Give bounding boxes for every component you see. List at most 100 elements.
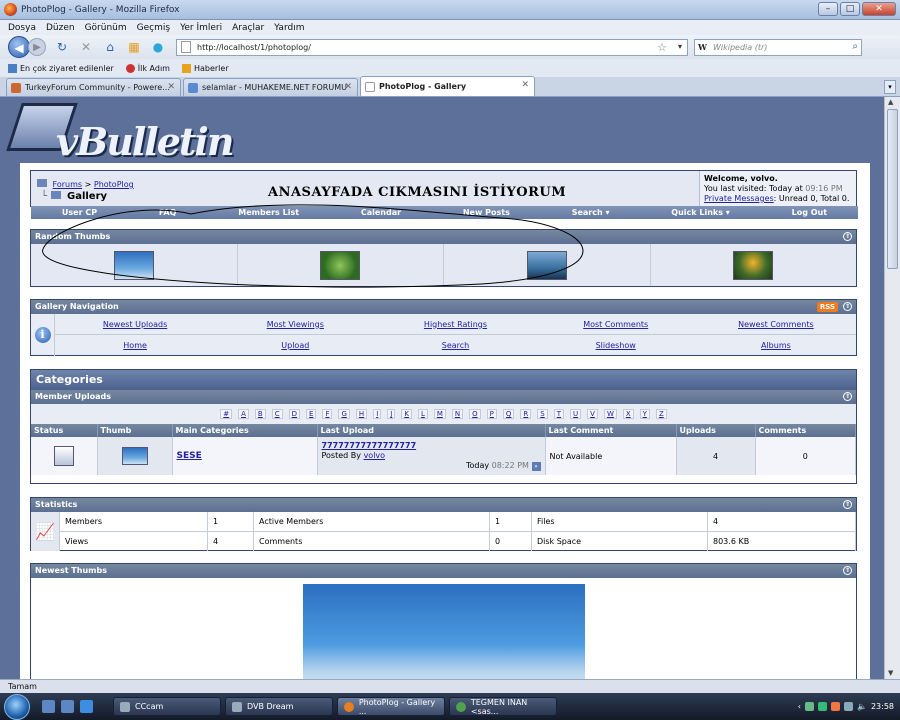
menu-edit[interactable]: Düzen (46, 23, 75, 33)
collapse-icon[interactable]: ⇑ (843, 392, 852, 401)
scroll-up-icon[interactable]: ▲ (888, 98, 893, 106)
back-button[interactable]: ◀ (8, 36, 30, 58)
menu-view[interactable]: Görünüm (85, 23, 127, 33)
letter-link[interactable]: E (306, 409, 317, 419)
search-box[interactable]: W Wikipedia (tr) ⌕ (694, 38, 862, 56)
nav-quick-links[interactable]: Quick Links ▾ (671, 208, 730, 217)
tray-icon[interactable] (817, 702, 827, 711)
minimize-button[interactable]: – (818, 2, 838, 16)
taskbar-messenger[interactable]: TEGMEN INAN <sas... (449, 697, 557, 716)
start-button[interactable] (4, 693, 30, 720)
link-most-viewings[interactable]: Most Viewings (267, 320, 324, 329)
letter-link[interactable]: F (322, 409, 333, 419)
url-dropdown-icon[interactable]: ▾ (678, 42, 682, 51)
vbulletin-logo[interactable]: vBulletin (6, 99, 234, 164)
letter-link[interactable]: Y (639, 409, 650, 419)
link-highest-ratings[interactable]: Highest Ratings (424, 320, 487, 329)
letter-link[interactable]: Q (502, 409, 515, 419)
letter-link[interactable]: L (417, 409, 428, 419)
scroll-down-icon[interactable]: ▼ (888, 669, 893, 677)
link-newest-uploads[interactable]: Newest Uploads (103, 320, 167, 329)
close-window-button[interactable]: ✕ (862, 2, 896, 16)
maximize-button[interactable]: □ (840, 2, 860, 16)
letter-link[interactable]: O (469, 409, 481, 419)
tab-close-icon[interactable]: ✕ (521, 80, 529, 90)
letter-link[interactable]: # (220, 409, 233, 419)
link-slideshow[interactable]: Slideshow (596, 341, 636, 350)
letter-link[interactable]: N (451, 409, 464, 419)
page-scrollbar[interactable]: ▲ ▼ (884, 97, 900, 679)
menu-help[interactable]: Yardım (274, 23, 304, 33)
letter-link[interactable]: D (288, 409, 301, 419)
menu-tools[interactable]: Araçlar (232, 23, 264, 33)
letter-link[interactable]: J (387, 409, 396, 419)
tray-icon[interactable] (830, 702, 840, 711)
letter-link[interactable]: B (254, 409, 266, 419)
wikipedia-icon[interactable]: W (698, 42, 707, 52)
tray-icon[interactable] (804, 702, 814, 711)
link-newest-comments[interactable]: Newest Comments (738, 320, 814, 329)
menu-file[interactable]: Dosya (8, 23, 36, 33)
newest-thumb-image[interactable] (303, 584, 585, 679)
tab-muhakeme[interactable]: selamlar - MUHAKEME.NET FORUMU ✕ (183, 78, 358, 96)
letter-link[interactable]: V (587, 409, 598, 419)
bookmark-star-icon[interactable]: ☆ (657, 41, 667, 54)
tab-list-dropdown[interactable]: ▾ (884, 80, 896, 94)
tray-expand-icon[interactable]: ‹ (798, 702, 801, 711)
last-upload-link[interactable]: 77777777777777777 (322, 441, 417, 450)
breadcrumb-photoplog[interactable]: PhotoPlog (94, 180, 134, 189)
bookmark-news[interactable]: Haberler (181, 63, 229, 73)
reload-icon[interactable]: ↻ (54, 39, 70, 55)
letter-link[interactable]: T (553, 409, 565, 419)
home-icon[interactable]: ⌂ (102, 39, 118, 55)
menu-history[interactable]: Geçmiş (137, 23, 170, 33)
collapse-icon[interactable]: ⇑ (843, 500, 852, 509)
tab-close-icon[interactable]: ✕ (344, 82, 352, 92)
letter-link[interactable]: R (520, 409, 532, 419)
letter-link[interactable]: I (373, 409, 382, 419)
go-to-post-icon[interactable]: » (531, 462, 541, 471)
search-icon[interactable]: ⌕ (852, 41, 858, 52)
volume-icon[interactable]: 🔈 (857, 702, 867, 711)
private-messages-link[interactable]: Private Messages (704, 194, 774, 203)
extensions-icon[interactable]: ▦ (126, 39, 142, 55)
letter-link[interactable]: M (433, 409, 446, 419)
thumb-image[interactable] (733, 250, 774, 280)
network-icon[interactable] (843, 702, 853, 711)
letter-link[interactable]: H (355, 409, 368, 419)
clock[interactable]: 23:58 (871, 702, 894, 711)
link-most-comments[interactable]: Most Comments (583, 320, 648, 329)
link-search[interactable]: Search (442, 341, 469, 350)
breadcrumb-forums[interactable]: Forums (53, 180, 83, 189)
category-link[interactable]: SESE (177, 451, 202, 461)
link-albums[interactable]: Albums (761, 341, 791, 350)
nav-log-out[interactable]: Log Out (792, 208, 827, 217)
taskbar-dvb-dream[interactable]: DVB Dream (225, 697, 333, 716)
collapse-icon[interactable]: ⇑ (843, 302, 852, 311)
taskbar-photoplog[interactable]: PhotoPlog - Gallery ... (337, 697, 445, 716)
poster-link[interactable]: volvo (364, 451, 385, 460)
chat-icon[interactable]: ● (150, 39, 166, 55)
ie-icon[interactable] (80, 700, 93, 713)
link-home[interactable]: Home (123, 341, 147, 350)
letter-link[interactable]: A (238, 409, 249, 419)
category-thumb[interactable] (121, 447, 148, 465)
letter-link[interactable]: U (570, 409, 582, 419)
letter-link[interactable]: C (271, 409, 283, 419)
bookmark-getting-started[interactable]: İlk Adım (125, 63, 170, 73)
url-bar[interactable]: http://localhost/1/photoplog/ ☆ ▾ (176, 38, 688, 56)
letter-link[interactable]: X (622, 409, 634, 419)
letter-link[interactable]: S (537, 409, 548, 419)
stop-icon[interactable]: ✕ (78, 39, 94, 55)
switch-windows-icon[interactable] (61, 700, 74, 713)
letter-link[interactable]: K (401, 409, 412, 419)
link-upload[interactable]: Upload (281, 341, 309, 350)
collapse-icon[interactable]: ⇑ (843, 232, 852, 241)
taskbar-cccam[interactable]: CCcam (113, 697, 221, 716)
letter-link[interactable]: W (603, 409, 617, 419)
letter-link[interactable]: Z (655, 409, 667, 419)
rss-button[interactable]: RSS (816, 302, 838, 312)
collapse-icon[interactable]: ⇑ (843, 566, 852, 575)
scrollbar-thumb[interactable] (887, 109, 898, 269)
tab-close-icon[interactable]: ✕ (167, 82, 175, 92)
